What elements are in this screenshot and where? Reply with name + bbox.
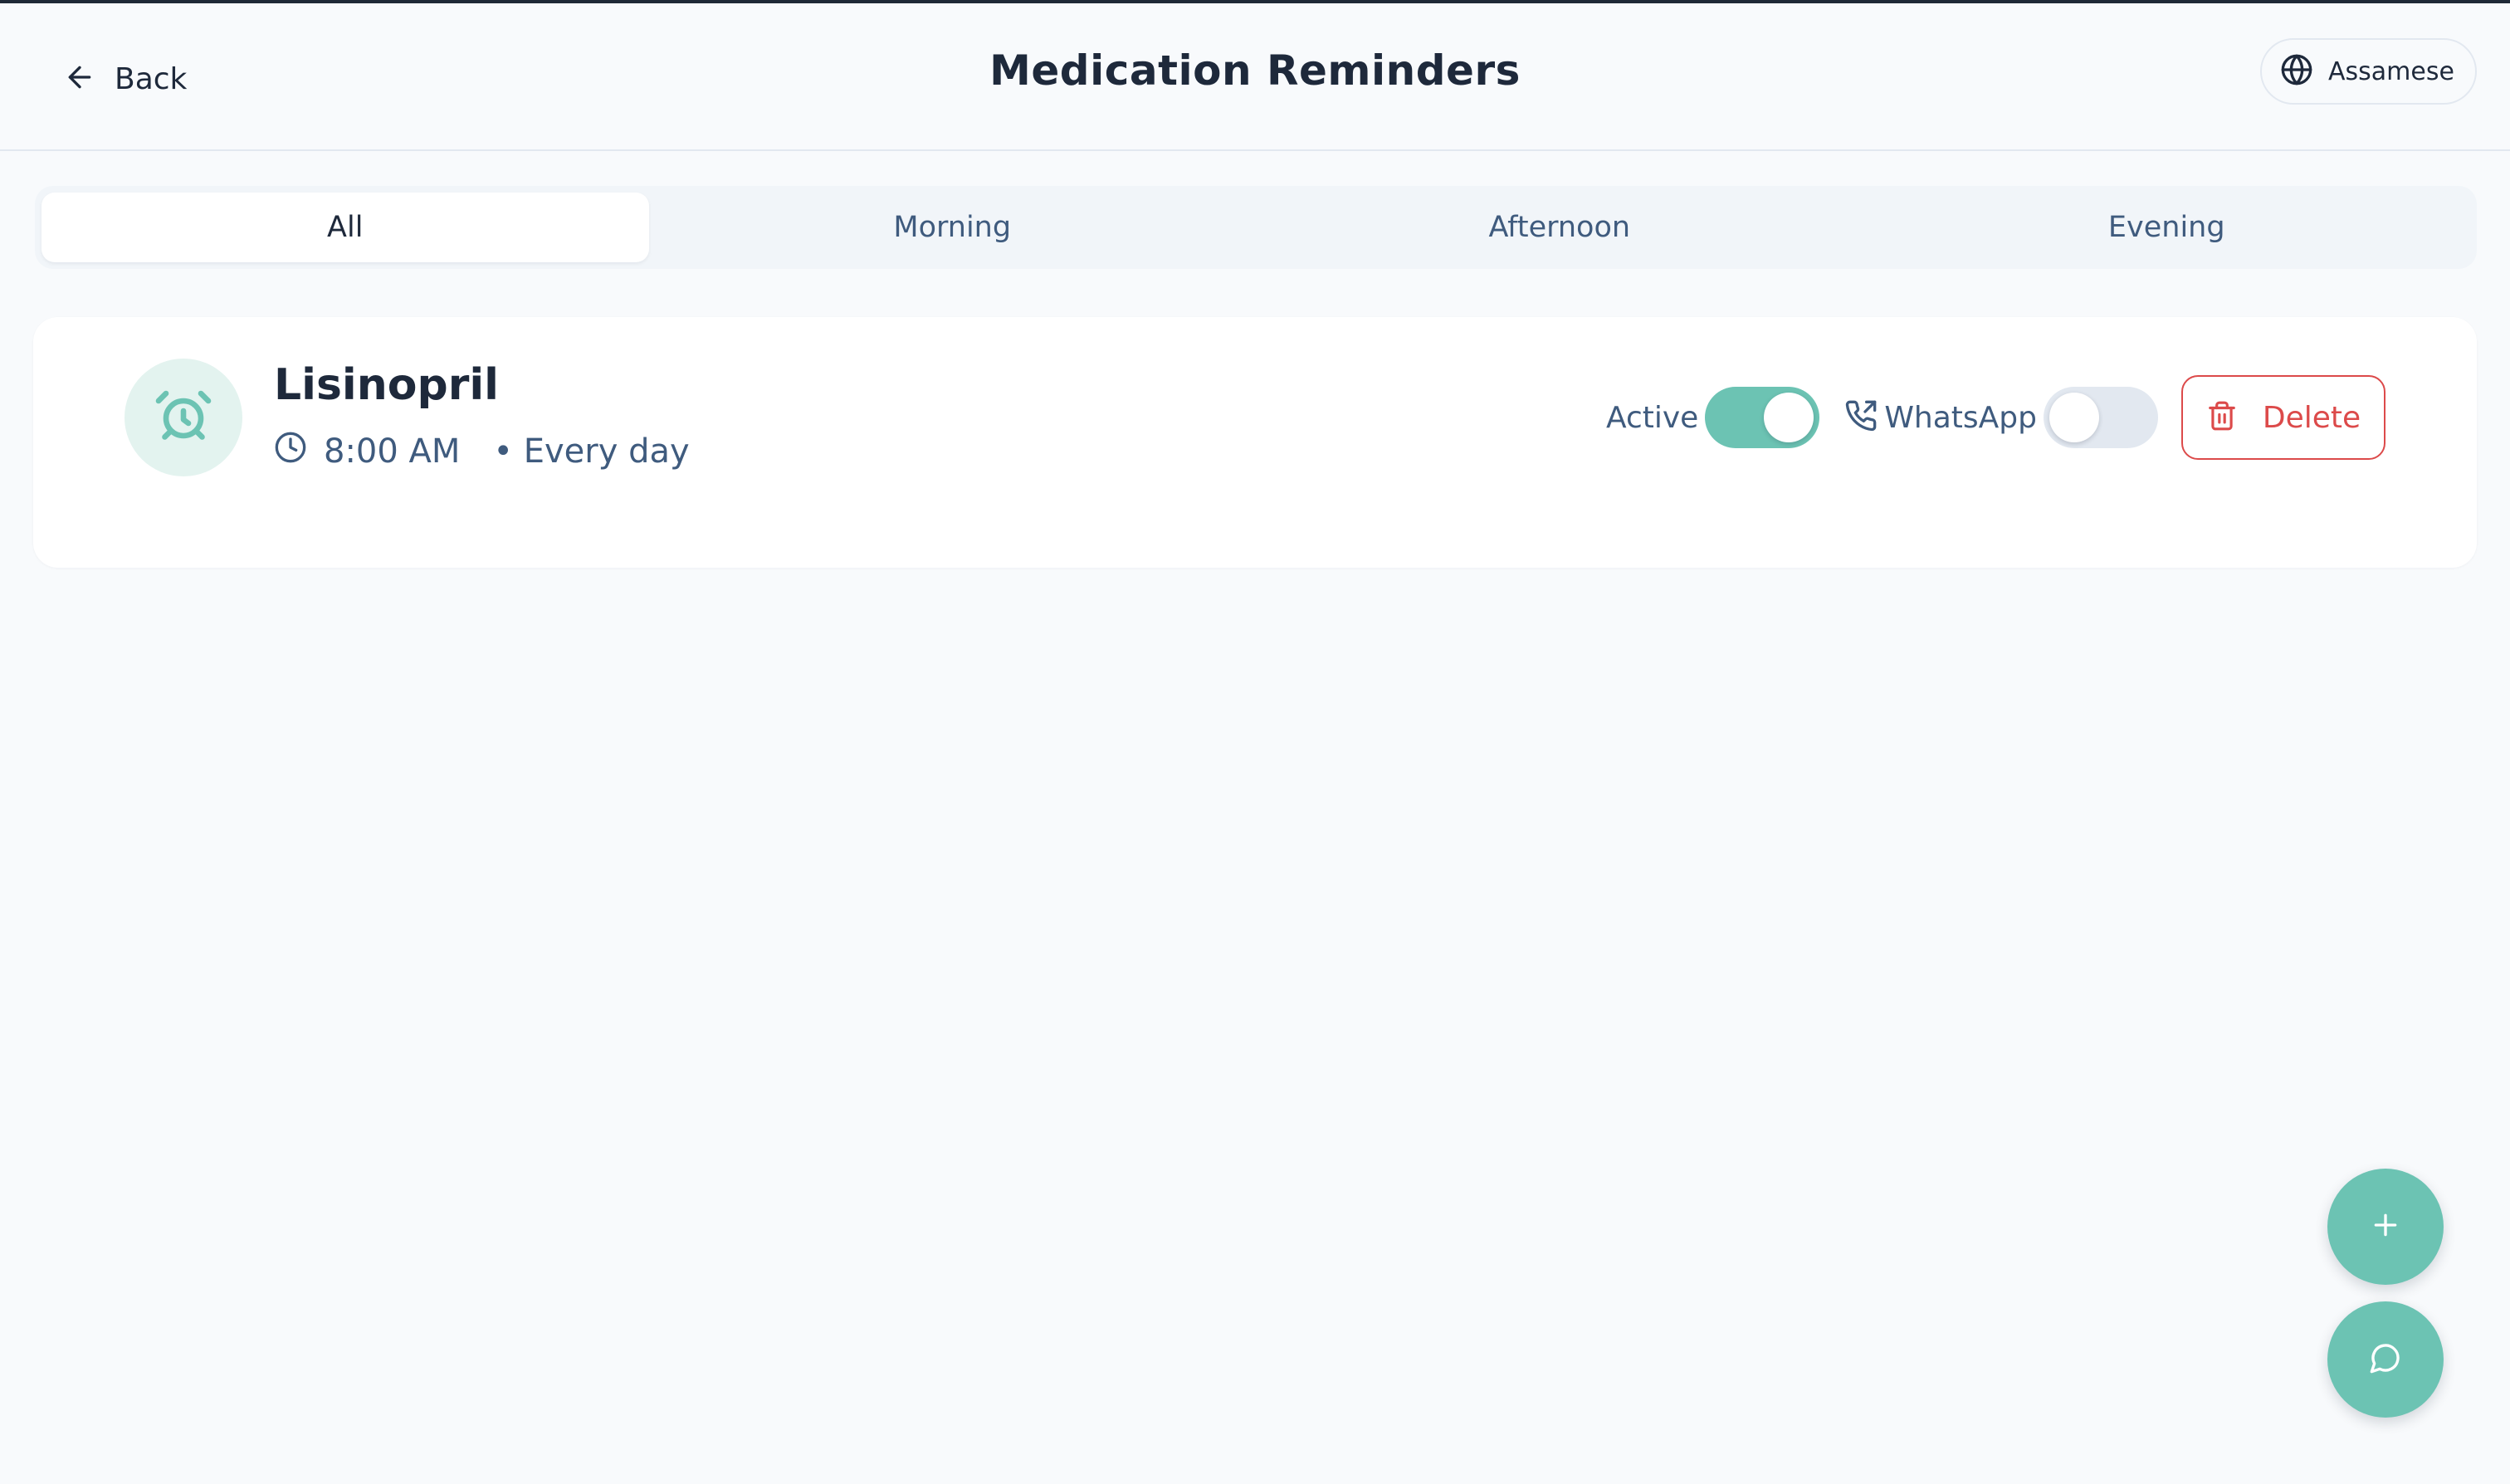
page-title: Medication Reminders xyxy=(989,46,1521,95)
plus-icon xyxy=(2369,1208,2402,1245)
reminder-schedule: 8:00 AM • Every day xyxy=(274,427,690,476)
reminder-card: Lisinopril 8:00 AM • Every day Active Wh… xyxy=(33,317,2477,568)
tab-evening[interactable]: Evening xyxy=(1863,193,2471,262)
alarm-clock-icon xyxy=(154,386,213,449)
clock-icon xyxy=(274,431,324,472)
app-header: Back Medication Reminders Assamese xyxy=(0,3,2510,151)
active-toggle[interactable] xyxy=(1705,387,1820,448)
toggle-knob xyxy=(1764,393,1814,442)
medication-name: Lisinopril xyxy=(274,360,499,410)
delete-button[interactable]: Delete xyxy=(2181,375,2385,460)
trash-icon xyxy=(2206,400,2238,435)
toggle-knob xyxy=(2049,393,2099,442)
chat-bubble-icon xyxy=(2369,1341,2402,1378)
whatsapp-label: WhatsApp xyxy=(1884,400,2037,435)
reminder-actions: Active WhatsApp Delete xyxy=(1606,375,2385,460)
tab-afternoon[interactable]: Afternoon xyxy=(1256,193,1863,262)
tab-all[interactable]: All xyxy=(42,193,649,262)
active-label: Active xyxy=(1605,400,1699,435)
time-filter-tabs: All Morning Afternoon Evening xyxy=(35,186,2477,269)
reminder-time: 8:00 AM xyxy=(324,432,461,471)
add-reminder-button[interactable] xyxy=(2327,1169,2444,1285)
globe-icon xyxy=(2280,53,2313,90)
reminder-icon-badge xyxy=(125,359,242,476)
whatsapp-toggle[interactable] xyxy=(2044,387,2158,448)
tab-morning[interactable]: Morning xyxy=(649,193,1257,262)
language-label: Assamese xyxy=(2328,56,2454,86)
chat-button[interactable] xyxy=(2327,1301,2444,1418)
phone-outgoing-icon xyxy=(1844,399,1884,436)
reminder-frequency: • Every day xyxy=(493,432,690,471)
whatsapp-group: WhatsApp xyxy=(1844,387,2158,448)
delete-label: Delete xyxy=(2262,400,2361,435)
language-selector[interactable]: Assamese xyxy=(2260,38,2477,105)
